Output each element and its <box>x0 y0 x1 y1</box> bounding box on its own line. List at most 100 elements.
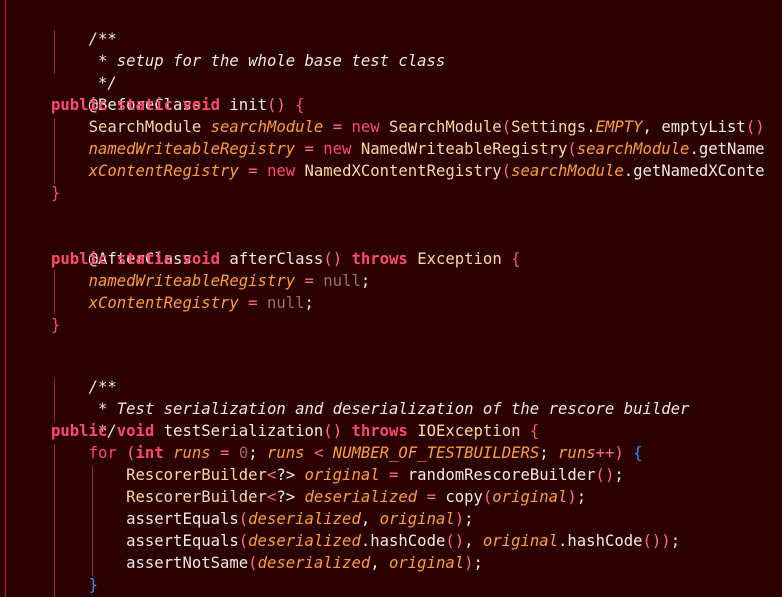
token: ( <box>126 444 136 462</box>
token: Settings <box>511 118 587 136</box>
token: null <box>323 272 361 290</box>
token: afterClass <box>229 250 324 268</box>
token: ; <box>576 488 587 506</box>
code-line: /** <box>51 6 117 48</box>
token: namedWriteableRegistry <box>88 272 296 290</box>
code-line: assertEquals(deserialized, original); <box>51 508 474 530</box>
token: > <box>285 488 296 506</box>
token: EMPTY <box>595 118 643 136</box>
token: runs <box>266 444 305 462</box>
token: ; <box>464 510 474 528</box>
token: ) <box>661 532 671 550</box>
token: = <box>248 162 258 180</box>
token: . <box>586 118 596 136</box>
code-line: /** <box>51 354 117 396</box>
token: assertNotSame <box>126 554 249 572</box>
token: original <box>492 488 568 506</box>
token: ) <box>332 422 343 440</box>
token: public <box>51 96 108 114</box>
token: = <box>248 294 258 312</box>
code-line: SearchModule searchModule = new SearchMo… <box>51 116 765 138</box>
token: RescorerBuilder <box>126 488 267 506</box>
token: emptyList <box>661 118 746 136</box>
token: ( <box>567 140 577 158</box>
token: searchModule <box>210 118 324 136</box>
token: NamedWriteableRegistry <box>360 140 568 158</box>
token: ; <box>248 444 258 462</box>
code-line: @AfterClass <box>51 226 192 268</box>
token: searchModule <box>511 162 624 180</box>
left-margin-rule <box>5 0 6 597</box>
token: ; <box>614 466 624 484</box>
token: original <box>304 466 380 484</box>
token: ; <box>304 294 314 312</box>
token: = <box>332 118 343 136</box>
code-line: for (int runs = 0; runs < NUMBER_OF_TEST… <box>51 442 643 464</box>
token: , <box>642 118 652 136</box>
token: { <box>529 422 540 440</box>
code-line: } <box>51 314 60 336</box>
token: new <box>266 162 296 180</box>
token: ( <box>238 532 249 550</box>
token: deserialized <box>248 532 361 550</box>
token: > <box>285 466 296 484</box>
token: . <box>558 532 568 550</box>
token: ) <box>454 532 465 550</box>
code-line: xContentRegistry = null; <box>51 292 314 314</box>
code-line: xContentRegistry = new NamedXContentRegi… <box>51 160 765 182</box>
token: , <box>464 532 474 550</box>
token: public <box>51 250 108 268</box>
token: assertEquals <box>126 532 239 550</box>
token: ) <box>454 510 465 528</box>
token: ( <box>595 466 605 484</box>
token: SearchModule <box>88 118 202 136</box>
code-line: namedWriteableRegistry = new NamedWritea… <box>51 138 765 160</box>
code-line: * setup for the whole base test class <box>51 28 445 70</box>
token: . <box>689 140 699 158</box>
token: RescorerBuilder <box>126 466 267 484</box>
token: searchModule <box>576 140 690 158</box>
token: testSerialization <box>163 422 324 440</box>
code-line: } <box>51 574 98 596</box>
token: } <box>88 576 98 594</box>
code-editor[interactable]: /** * setup for the whole base test clas… <box>0 0 782 597</box>
token: IOException <box>417 422 521 440</box>
token: xContentRegistry <box>88 294 239 312</box>
token: namedWriteableRegistry <box>88 140 296 158</box>
token: , <box>360 510 371 528</box>
token: throws <box>351 250 408 268</box>
token: ( <box>482 488 493 506</box>
token: < <box>266 466 277 484</box>
token: { <box>633 444 643 462</box>
token: SearchModule <box>389 118 502 136</box>
